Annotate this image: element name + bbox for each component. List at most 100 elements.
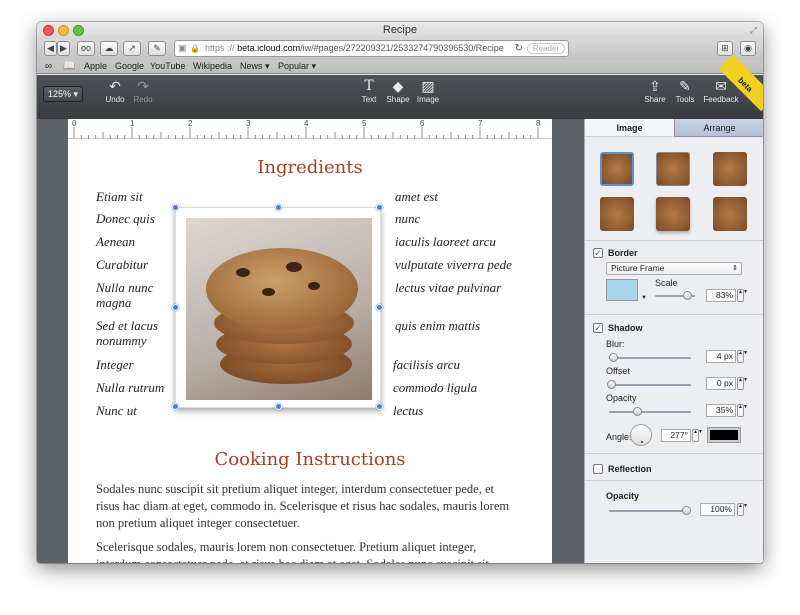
left-item[interactable]: Sed et lacus nonummy bbox=[96, 318, 176, 348]
address-bar[interactable]: ▣ 🔒 https :// beta.icloud.com/iw/#pages/… bbox=[174, 40, 569, 57]
reflection-opacity-slider[interactable] bbox=[609, 510, 689, 512]
minimize-window-icon[interactable] bbox=[58, 25, 69, 36]
right-item[interactable]: lectus vitae pulvinar bbox=[395, 280, 501, 295]
image-style-thumbnail[interactable] bbox=[713, 197, 747, 231]
left-item[interactable]: Donec quis bbox=[96, 211, 155, 226]
share-button[interactable]: ⇪ Share bbox=[639, 77, 671, 104]
angle-field[interactable]: 277° bbox=[661, 429, 691, 442]
blur-slider-knob[interactable] bbox=[609, 353, 618, 362]
image-style-thumbnail[interactable] bbox=[656, 152, 690, 186]
forward-button[interactable]: ▶ bbox=[57, 41, 70, 56]
left-item[interactable]: Integer bbox=[96, 357, 134, 372]
right-item[interactable]: lectus bbox=[393, 403, 423, 418]
reading-list-icon[interactable]: oo bbox=[77, 41, 95, 56]
shape-button[interactable]: ◆ Shape bbox=[382, 77, 414, 104]
right-item[interactable]: nunc bbox=[395, 211, 420, 226]
document-page[interactable]: Ingredients Etiam sit Donec quis Aenean … bbox=[68, 139, 552, 563]
angle-dial[interactable] bbox=[630, 424, 652, 446]
text-button[interactable]: T Text bbox=[353, 77, 385, 104]
reflection-checkbox[interactable]: ✓ bbox=[593, 464, 603, 474]
offset-field[interactable]: 0 px bbox=[706, 377, 736, 390]
image-style-thumbnail[interactable] bbox=[600, 197, 634, 231]
scale-field[interactable]: 83% bbox=[706, 289, 736, 302]
opacity-stepper[interactable]: ▲▼ bbox=[737, 404, 748, 417]
resize-handle[interactable] bbox=[172, 304, 179, 311]
border-color-swatch[interactable] bbox=[606, 279, 638, 301]
blur-field[interactable]: 4 px bbox=[706, 350, 736, 363]
resize-handle[interactable] bbox=[172, 204, 179, 211]
right-item[interactable]: facilisis arcu bbox=[393, 357, 460, 372]
right-item[interactable]: quis enim mattis bbox=[395, 318, 480, 333]
left-item[interactable]: Nunc ut bbox=[96, 403, 137, 418]
bookmark-youtube[interactable]: YouTube bbox=[150, 60, 185, 73]
resize-handle[interactable] bbox=[275, 204, 282, 211]
right-item[interactable]: amet est bbox=[395, 189, 438, 204]
bookmark-apple[interactable]: Apple bbox=[84, 60, 107, 73]
reader-button[interactable]: Reader bbox=[527, 43, 565, 54]
reflection-opacity-knob[interactable] bbox=[682, 506, 691, 515]
fullscreen-icon[interactable]: ⤢ bbox=[750, 22, 757, 38]
bookmark-news[interactable]: News ▾ bbox=[240, 60, 270, 73]
resize-handle[interactable] bbox=[172, 403, 179, 410]
book-icon[interactable]: 📖 bbox=[63, 60, 75, 73]
opacity-slider-knob[interactable] bbox=[633, 407, 642, 416]
offset-slider-knob[interactable] bbox=[607, 380, 616, 389]
zoom-select[interactable]: 125% ▾ bbox=[43, 86, 83, 102]
left-item[interactable]: Nulla nunc magna bbox=[96, 280, 176, 310]
left-item[interactable]: Nulla rutrum bbox=[96, 380, 164, 395]
share-page-icon[interactable]: ↗ bbox=[123, 41, 141, 56]
reload-icon[interactable]: ↻ bbox=[515, 41, 523, 56]
scale-stepper[interactable]: ▲▼ bbox=[737, 289, 748, 302]
right-item[interactable]: iaculis laoreet arcu bbox=[395, 234, 496, 249]
ingredients-heading[interactable]: Ingredients bbox=[68, 157, 552, 178]
instructions-paragraph-2[interactable]: Scelerisque sodales, mauris lorem non co… bbox=[96, 539, 516, 563]
cookie-image-frame[interactable] bbox=[172, 204, 383, 410]
offset-slider[interactable] bbox=[609, 384, 691, 386]
image-style-thumbnail[interactable] bbox=[600, 152, 634, 186]
blur-stepper[interactable]: ▲▼ bbox=[737, 350, 748, 363]
opacity-field[interactable]: 35% bbox=[706, 404, 736, 417]
tab-arrange[interactable]: Arrange bbox=[674, 119, 763, 137]
bookmark-popular[interactable]: Popular ▾ bbox=[278, 60, 316, 73]
shadow-color-well[interactable] bbox=[707, 427, 741, 443]
close-window-icon[interactable] bbox=[43, 25, 54, 36]
top-sites-icon[interactable]: ⊞ bbox=[717, 41, 733, 56]
cooking-instructions-heading[interactable]: Cooking Instructions bbox=[68, 449, 552, 470]
image-style-thumbnail[interactable] bbox=[713, 152, 747, 186]
reflection-opacity-stepper[interactable]: ▲▼ bbox=[737, 503, 748, 516]
wrench-icon[interactable]: ✎ bbox=[148, 41, 166, 56]
reflection-opacity-field[interactable]: 100% bbox=[700, 503, 735, 516]
blur-slider[interactable] bbox=[609, 357, 691, 359]
scale-slider-knob[interactable] bbox=[683, 291, 693, 300]
right-item[interactable]: commodo ligula bbox=[393, 380, 477, 395]
icloud-icon[interactable]: ☁ bbox=[100, 41, 118, 56]
image-style-thumbnail[interactable] bbox=[656, 197, 690, 231]
opacity-slider[interactable] bbox=[609, 411, 691, 413]
left-item[interactable]: Aenean bbox=[96, 234, 135, 249]
resize-handle[interactable] bbox=[376, 204, 383, 211]
left-item[interactable]: Etiam sit bbox=[96, 189, 143, 204]
bookmark-wikipedia[interactable]: Wikipedia bbox=[193, 60, 232, 73]
border-checkbox[interactable]: ✓ bbox=[593, 248, 603, 258]
downloads-icon[interactable]: ◉ bbox=[740, 41, 756, 56]
shadow-checkbox[interactable]: ✓ bbox=[593, 323, 603, 333]
tab-image[interactable]: Image bbox=[585, 119, 674, 137]
offset-stepper[interactable]: ▲▼ bbox=[737, 377, 748, 390]
resize-handle[interactable] bbox=[376, 403, 383, 410]
border-style-select[interactable]: Picture Frame ⇕ bbox=[606, 262, 742, 275]
tools-button[interactable]: ✎ Tools bbox=[669, 77, 701, 104]
resize-handle[interactable] bbox=[376, 304, 383, 311]
back-button[interactable]: ◀ bbox=[44, 41, 57, 56]
redo-button[interactable]: ↷ Redo bbox=[127, 77, 159, 104]
zoom-window-icon[interactable] bbox=[73, 25, 84, 36]
image-button[interactable]: ▨ Image bbox=[412, 77, 444, 104]
swatch-dropdown-icon[interactable]: ▼ bbox=[641, 295, 647, 301]
left-item[interactable]: Curabitur bbox=[96, 257, 148, 272]
angle-stepper[interactable]: ▲▼ bbox=[692, 429, 703, 442]
instructions-paragraph-1[interactable]: Sodales nunc suscipit sit pretium alique… bbox=[96, 481, 516, 532]
right-item[interactable]: vulputate viverra pede bbox=[395, 257, 512, 272]
bookmark-google[interactable]: Google bbox=[115, 60, 144, 73]
reading-list-bookmark-icon[interactable]: ∞ bbox=[45, 60, 52, 73]
horizontal-ruler[interactable]: 0 1 2 3 4 5 6 7 8 bbox=[68, 119, 552, 139]
resize-handle[interactable] bbox=[275, 403, 282, 410]
